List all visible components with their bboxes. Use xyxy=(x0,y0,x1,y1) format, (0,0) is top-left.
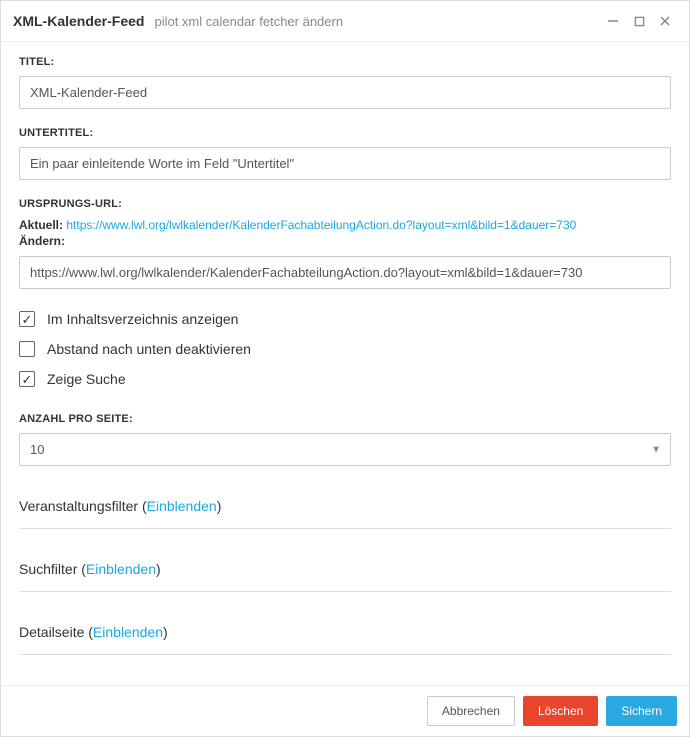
url-edit-input[interactable] xyxy=(19,256,671,289)
checkbox-inhaltsverzeichnis[interactable]: Im Inhaltsverzeichnis anzeigen xyxy=(19,311,671,327)
close-icon[interactable] xyxy=(653,9,677,33)
section-prefix: Veranstaltungsfilter ( xyxy=(19,498,147,514)
section-prefix: Detailseite ( xyxy=(19,624,93,640)
checkbox-label: Zeige Suche xyxy=(47,371,126,387)
label-aktuell: Aktuell: xyxy=(19,218,63,232)
einblenden-link[interactable]: Einblenden xyxy=(93,624,163,640)
checkbox-label: Abstand nach unten deaktivieren xyxy=(47,341,251,357)
section-veranstaltungsfilter: Veranstaltungsfilter (Einblenden) xyxy=(19,498,671,529)
delete-button[interactable]: Löschen xyxy=(523,696,598,726)
window-title: XML-Kalender-Feed xyxy=(13,13,144,29)
section-suffix: ) xyxy=(163,624,168,640)
einblenden-link[interactable]: Einblenden xyxy=(147,498,217,514)
label-untertitel: UNTERTITEL: xyxy=(19,127,671,139)
footer: Abbrechen Löschen Sichern xyxy=(1,685,689,736)
checkbox-icon xyxy=(19,341,35,357)
label-ursprungs-url: URSPRUNGS-URL: xyxy=(19,198,671,210)
url-block: Aktuell: https://www.lwl.org/lwlkalender… xyxy=(19,218,671,248)
untertitel-input[interactable] xyxy=(19,147,671,180)
label-anzahl-pro-seite: ANZAHL PRO SEITE: xyxy=(19,413,671,425)
checkbox-suche[interactable]: Zeige Suche xyxy=(19,371,671,387)
checkbox-abstand[interactable]: Abstand nach unten deaktivieren xyxy=(19,341,671,357)
maximize-icon[interactable] xyxy=(627,9,651,33)
section-detailseite: Detailseite (Einblenden) xyxy=(19,624,671,655)
titel-input[interactable] xyxy=(19,76,671,109)
label-titel: TITEL: xyxy=(19,56,671,68)
url-current-line: Aktuell: https://www.lwl.org/lwlkalender… xyxy=(19,218,671,232)
url-current-link[interactable]: https://www.lwl.org/lwlkalender/Kalender… xyxy=(66,218,576,232)
einblenden-link[interactable]: Einblenden xyxy=(86,561,156,577)
content-area: TITEL: UNTERTITEL: URSPRUNGS-URL: Aktuel… xyxy=(1,42,689,685)
minimize-icon[interactable] xyxy=(601,9,625,33)
checkbox-icon xyxy=(19,371,35,387)
select-value[interactable] xyxy=(19,433,671,466)
section-suchfilter: Suchfilter (Einblenden) xyxy=(19,561,671,592)
scrollable-content[interactable]: TITEL: UNTERTITEL: URSPRUNGS-URL: Aktuel… xyxy=(1,42,689,685)
label-aendern: Ändern: xyxy=(19,234,65,248)
section-suffix: ) xyxy=(217,498,222,514)
url-aendern-line: Ändern: xyxy=(19,234,671,248)
cancel-button[interactable]: Abbrechen xyxy=(427,696,515,726)
checkbox-label: Im Inhaltsverzeichnis anzeigen xyxy=(47,311,238,327)
anzahl-pro-seite-select[interactable]: ▼ xyxy=(19,433,671,466)
titlebar: XML-Kalender-Feed pilot xml calendar fet… xyxy=(1,1,689,42)
save-button[interactable]: Sichern xyxy=(606,696,677,726)
section-suffix: ) xyxy=(156,561,161,577)
dialog-window: XML-Kalender-Feed pilot xml calendar fet… xyxy=(0,0,690,737)
window-subtitle: pilot xml calendar fetcher ändern xyxy=(154,14,343,29)
section-prefix: Suchfilter ( xyxy=(19,561,86,577)
checkbox-icon xyxy=(19,311,35,327)
